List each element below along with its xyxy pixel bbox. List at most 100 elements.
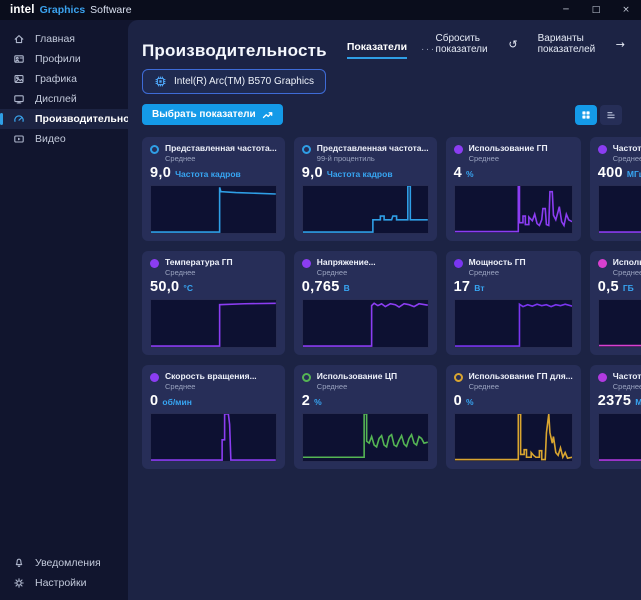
metric-subtitle: Среднее [613,382,641,391]
grid-view-button[interactable] [575,105,597,125]
home-icon [13,33,25,45]
graphics-icon [13,73,25,85]
page-title: Производительность [142,42,327,59]
metric-card-header: Мощность ГП Среднее [454,257,573,277]
metric-color-icon [302,373,311,382]
metric-sparkline [302,299,429,348]
device-row: Intel(R) Arc(TM) B570 Graphics [142,69,625,94]
metric-color-icon [598,373,607,382]
metric-unit: % [314,397,322,407]
metric-card-header: Температура ГП Среднее [150,257,277,277]
metric-value: 4 [454,165,462,181]
display-icon [13,93,25,105]
sidebar-item-performance[interactable]: Производительность [0,109,128,129]
metric-value-row: 4 % [454,165,573,181]
metric-color-icon [302,145,311,154]
metric-card-9[interactable]: Использование ЦП Среднее 2 % [294,365,437,469]
metric-grid: Представленная частота... Среднее 9,0 Ча… [142,137,625,469]
logo-software: Software [90,4,131,16]
metric-sparkline [454,185,573,234]
bell-icon [13,557,25,569]
sidebar-item-graphics[interactable]: Графика [0,69,128,89]
minimize-button[interactable]: ─ [551,0,581,20]
metric-color-icon [302,259,311,268]
metric-titles: Напряжение... Среднее [317,257,376,277]
metric-card-7[interactable]: Используемая видеопамять Среднее 0,5 ГБ [590,251,641,355]
metric-subtitle: Среднее [317,382,397,391]
metric-title: Использование ГП для... [469,371,573,381]
metric-card-2[interactable]: Использование ГП Среднее 4 % [446,137,581,241]
metric-titles: Используемая видеопамять Среднее [613,257,641,277]
metric-card-4[interactable]: Температура ГП Среднее 50,0 °C [142,251,285,355]
reset-metrics-button[interactable]: Сбросить показатели ↺ [436,33,518,55]
metric-value-row: 17 Вт [454,279,573,295]
list-view-icon [605,109,617,121]
sidebar-item-label: Дисплей [35,93,77,105]
metric-value-row: 9,0 Частота кадров [302,165,429,181]
app-logo: intel Graphics Software [10,4,132,16]
metric-options-button[interactable]: Варианты показателей → [538,33,625,55]
metric-card-header: Использование ГП Среднее [454,143,573,163]
list-view-button[interactable] [600,105,622,125]
metric-value: 0,765 [302,279,340,295]
maximize-button[interactable]: □ [581,0,611,20]
gpu-device-button[interactable]: Intel(R) Arc(TM) B570 Graphics [142,69,326,94]
metric-unit: °C [183,283,193,293]
metric-unit: об/мин [162,397,191,407]
metric-unit: Частота кадров [175,169,241,179]
metric-unit: В [344,283,350,293]
metric-unit: Частота кадров [327,169,393,179]
metric-sparkline [454,299,573,348]
metric-color-icon [454,373,463,382]
grid-view-icon [580,109,592,121]
metric-sparkline [150,299,277,348]
sidebar-item-profiles[interactable]: Профили [0,49,128,69]
metric-subtitle: Среднее [165,154,277,163]
metric-card-10[interactable]: Использование ГП для... Среднее 0 % [446,365,581,469]
metric-card-6[interactable]: Мощность ГП Среднее 17 Вт [446,251,581,355]
tab-metrics[interactable]: Показатели [347,41,407,59]
sidebar-item-settings[interactable]: Настройки [0,573,128,593]
metric-card-1[interactable]: Представленная частота... 99-й процентил… [294,137,437,241]
metric-card-header: Представленная частота... Среднее [150,143,277,163]
metric-title: Использование ЦП [317,371,397,381]
metric-subtitle: Среднее [165,268,233,277]
sidebar-item-display[interactable]: Дисплей [0,89,128,109]
metric-options-label: Варианты показателей [538,33,611,55]
metric-card-5[interactable]: Напряжение... Среднее 0,765 В [294,251,437,355]
metric-card-3[interactable]: Частота ГП Среднее 400 МГц [590,137,641,241]
metric-titles: Скорость вращения... Среднее [165,371,257,391]
video-icon [13,133,25,145]
sidebar-item-video[interactable]: Видео [0,129,128,149]
metric-card-0[interactable]: Представленная частота... Среднее 9,0 Ча… [142,137,285,241]
close-button[interactable]: × [611,0,641,20]
metric-title: Представленная частота... [317,143,429,153]
metric-sparkline [598,413,641,462]
sidebar: Главная Профили Графика Дисплей Производ… [0,20,128,600]
metric-value: 2 [302,393,310,409]
metric-value: 2375 [598,393,631,409]
metric-card-8[interactable]: Скорость вращения... Среднее 0 об/мин [142,365,285,469]
metric-titles: Использование ЦП Среднее [317,371,397,391]
metric-title: Мощность ГП [469,257,526,267]
sidebar-item-home[interactable]: Главная [0,29,128,49]
metric-card-11[interactable]: Частота видеопамяти Среднее 2375 МГц [590,365,641,469]
sidebar-item-notifications[interactable]: Уведомления [0,553,128,573]
metric-sparkline [302,413,429,462]
metric-color-icon [150,145,159,154]
metric-value: 17 [454,279,471,295]
metric-titles: Использование ГП Среднее [469,143,548,163]
toolbar-row: Выбрать показатели [142,104,625,125]
tab-overflow-icon[interactable]: ··· [421,44,436,59]
metric-subtitle: Среднее [613,268,641,277]
metric-value: 9,0 [302,165,323,181]
select-metrics-button[interactable]: Выбрать показатели [142,104,283,125]
metric-title: Частота ГП [613,143,641,153]
metric-sparkline [598,299,641,348]
metric-subtitle: 99-й процентиль [317,154,429,163]
logo-graphics: Graphics [40,4,86,16]
metric-title: Представленная частота... [165,143,277,153]
metric-value-row: 9,0 Частота кадров [150,165,277,181]
profiles-icon [13,53,25,65]
metric-sparkline [150,413,277,462]
